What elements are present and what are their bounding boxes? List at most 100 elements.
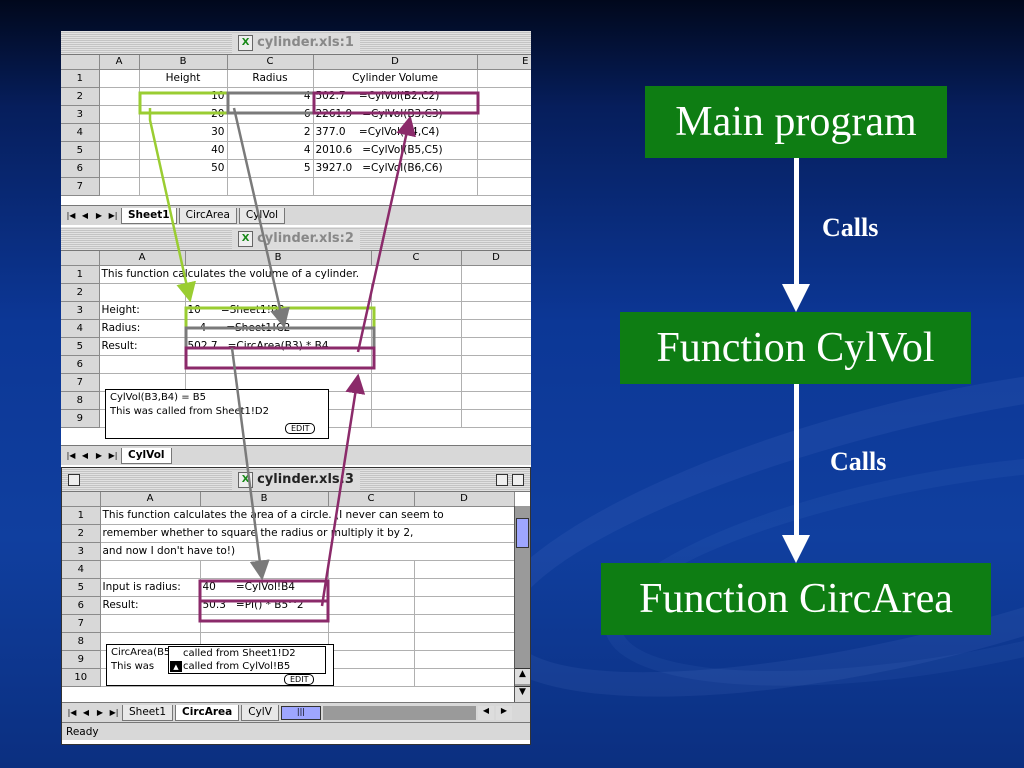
cell[interactable]: 2261.9 =CylVol(B3,C3) (313, 105, 478, 124)
column-header[interactable]: D (461, 251, 531, 266)
column-header[interactable]: E (477, 55, 531, 70)
scroll-thumb[interactable] (516, 518, 529, 548)
horizontal-scrollbar[interactable] (322, 705, 476, 720)
cell[interactable] (371, 301, 462, 320)
cell[interactable] (328, 596, 415, 615)
cell[interactable]: Radius: (99, 319, 186, 338)
cell[interactable]: This function calculates the area of a c… (100, 506, 515, 525)
cell[interactable]: 2 (227, 123, 314, 142)
row-header[interactable]: 6 (62, 596, 101, 615)
caller-popup[interactable]: called from Sheet1!D2 ▲ called from CylV… (168, 646, 326, 674)
cell[interactable]: 40 =CylVol!B4 (200, 578, 329, 597)
last-sheet-icon[interactable]: ▶| (108, 706, 120, 720)
cell[interactable]: 377.0 =CylVol(B4,C4) (313, 123, 478, 142)
cell[interactable] (100, 614, 201, 633)
cell[interactable]: remember whether to square the radius or… (100, 524, 515, 543)
vertical-scrollbar[interactable]: ▲ ▼ (514, 506, 530, 702)
cell[interactable] (99, 159, 140, 178)
column-header[interactable]: B (200, 492, 329, 507)
cell[interactable] (99, 283, 186, 302)
cell[interactable] (328, 560, 415, 579)
row-header[interactable]: 1 (61, 69, 100, 88)
cell[interactable] (99, 141, 140, 160)
row-header[interactable]: 5 (62, 578, 101, 597)
cell[interactable] (99, 105, 140, 124)
cell[interactable] (99, 355, 186, 374)
row-header[interactable]: 9 (61, 409, 100, 428)
cell[interactable]: 50 (139, 159, 228, 178)
cell[interactable]: This function calculates the volume of a… (99, 265, 462, 284)
row-header[interactable]: 2 (61, 87, 100, 106)
corner-cell[interactable] (62, 492, 101, 507)
column-header[interactable]: B (185, 251, 372, 266)
tab-sheet1[interactable]: Sheet1 (121, 207, 177, 224)
next-sheet-icon[interactable]: ▶ (93, 209, 105, 223)
cell[interactable] (371, 355, 462, 374)
row-header[interactable]: 1 (61, 265, 100, 284)
cell[interactable] (414, 650, 515, 669)
row-header[interactable]: 3 (62, 542, 101, 561)
next-sheet-icon[interactable]: ▶ (93, 449, 105, 463)
row-header[interactable]: 10 (62, 668, 101, 687)
first-sheet-icon[interactable]: |◀ (66, 706, 78, 720)
first-sheet-icon[interactable]: |◀ (65, 449, 77, 463)
column-header[interactable]: C (371, 251, 462, 266)
row-header[interactable]: 5 (61, 141, 100, 160)
cell[interactable]: Input is radius: (100, 578, 201, 597)
row-header[interactable]: 5 (61, 337, 100, 356)
prev-sheet-icon[interactable]: ◀ (79, 449, 91, 463)
cell[interactable] (185, 355, 372, 374)
tab-circarea[interactable]: CircArea (178, 207, 237, 224)
cell[interactable] (371, 373, 462, 392)
cell[interactable]: 502.7 =CylVol(B2,C2) (313, 87, 478, 106)
cell[interactable] (477, 177, 531, 196)
cell[interactable] (461, 391, 531, 410)
cell[interactable]: Height: (99, 301, 186, 320)
row-header[interactable]: 4 (61, 319, 100, 338)
scroll-right-icon[interactable]: ▶ (496, 705, 512, 720)
cell[interactable] (313, 177, 478, 196)
row-header[interactable]: 3 (61, 105, 100, 124)
corner-cell[interactable] (61, 55, 100, 70)
cell[interactable]: 4 (227, 141, 314, 160)
cell[interactable] (461, 337, 531, 356)
cell[interactable] (477, 69, 531, 88)
first-sheet-icon[interactable]: |◀ (65, 209, 77, 223)
cell[interactable]: 4 (227, 87, 314, 106)
window-titlebar[interactable]: X cylinder.xls:1 (61, 31, 531, 55)
cell[interactable]: Cylinder Volume (313, 69, 478, 88)
cell[interactable]: Radius (227, 69, 314, 88)
row-header[interactable]: 9 (62, 650, 101, 669)
row-header[interactable]: 7 (61, 177, 100, 196)
cell[interactable]: 30 (139, 123, 228, 142)
scroll-up-icon[interactable]: ▲ (515, 668, 530, 684)
cell[interactable]: Result: (100, 596, 201, 615)
cell[interactable] (371, 337, 462, 356)
cell[interactable] (200, 614, 329, 633)
row-header[interactable]: 1 (62, 506, 101, 525)
cell[interactable]: 50.3 =PI() * B5^2 (200, 596, 329, 615)
row-header[interactable]: 7 (61, 373, 100, 392)
edit-button[interactable]: EDIT (284, 674, 315, 685)
cell[interactable] (371, 391, 462, 410)
tab-cylvol[interactable]: CylVol (238, 207, 286, 224)
cell[interactable] (414, 578, 515, 597)
cell[interactable] (477, 105, 531, 124)
column-header[interactable]: B (139, 55, 228, 70)
row-header[interactable]: 2 (61, 283, 100, 302)
cell[interactable] (461, 373, 531, 392)
scroll-left-icon[interactable]: ◀ (478, 705, 494, 720)
row-header[interactable]: 2 (62, 524, 101, 543)
tab-cylvol[interactable]: CylVol (121, 447, 172, 464)
row-header[interactable]: 8 (62, 632, 101, 651)
cell[interactable] (461, 301, 531, 320)
cell[interactable] (461, 283, 531, 302)
cell[interactable] (99, 177, 140, 196)
tab-cylvol[interactable]: CylV (241, 704, 279, 721)
zoom-box-icon[interactable] (496, 473, 508, 486)
cell[interactable]: 3927.0 =CylVol(B6,C6) (313, 159, 478, 178)
cell[interactable] (371, 409, 462, 428)
cell[interactable] (227, 177, 314, 196)
close-box-icon[interactable] (68, 473, 80, 486)
cell[interactable] (328, 668, 415, 687)
